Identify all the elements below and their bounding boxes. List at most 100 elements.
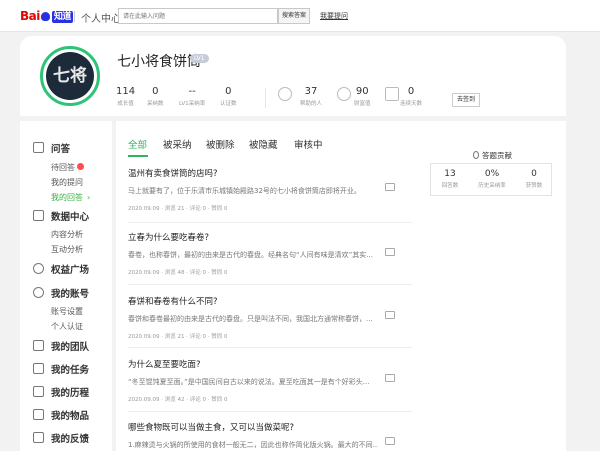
contribution-stats: 13 回答数 0% 历史采纳率 0 获赞数 — [430, 163, 552, 196]
calendar-icon — [385, 87, 399, 101]
list-divider — [128, 411, 412, 412]
sidebar-item-pending[interactable]: 待回答 — [51, 162, 84, 173]
sidebar-item-label: 待回答 — [51, 163, 75, 172]
stat-label: 连续天数 — [400, 101, 423, 107]
answer-excerpt: 春卷，也称春饼，最初的由来是古代的春盘。经典名句“人间有味是清欢”其实... — [128, 251, 373, 259]
username: 七小将食饼筒 — [117, 54, 201, 70]
question-title[interactable]: 哪些食物既可以当做主食，又可以当做菜呢? — [128, 421, 408, 433]
list-item[interactable]: 春饼和春卷有什么不同? 春饼和春卷最初的由来是古代的春盘。只是叫法不同，我国北方… — [128, 295, 408, 340]
stat-label: 认证数 — [220, 101, 237, 107]
answer-excerpt: “冬至馄饨夏至面。”是中国民间自古以来的说法。夏至吃面其一是有个好彩头... — [128, 378, 370, 386]
ask-question-link[interactable]: 我要提问 — [320, 11, 348, 21]
stat-history-adopt-rate: 0% 历史采纳率 — [477, 169, 507, 189]
profile-card: 七将 七小将食饼筒 LV1 114 成长值 0 采纳数 -- LV1采纳率 0 … — [20, 36, 566, 116]
header-divider — [74, 11, 75, 22]
stat-value: 0 — [225, 86, 232, 97]
sidebar-head-account[interactable]: 我的账号 — [51, 286, 89, 300]
stat-label: 成长值 — [117, 101, 134, 107]
stat-wealth: 90 财富值 — [354, 86, 371, 108]
stat-value: 37 — [304, 86, 318, 97]
chevron-right-icon: › — [87, 193, 91, 202]
sidebar: 问答 待回答 我的提问 我的回答 › 数据中心 内容分析 互动分析 权益广场 我的… — [20, 121, 112, 451]
stat-helped: 37 帮助的人 — [300, 86, 323, 108]
sidebar-head-tasks[interactable]: 我的任务 — [51, 362, 89, 376]
answer-meta: 2020.09.09 · 浏览 48 · 评论 0 · 赞同 0 — [128, 270, 228, 276]
stat-adopt-rate: -- LV1采纳率 — [179, 86, 206, 108]
team-icon — [33, 340, 44, 351]
stat-certified: 0 认证数 — [220, 86, 237, 108]
stat-likes: 0 获赞数 — [519, 169, 549, 189]
question-title[interactable]: 春饼和春卷有什么不同? — [128, 295, 408, 307]
list-item[interactable]: 为什么夏至要吃面? “冬至馄饨夏至面。”是中国民间自古以来的说法。夏至吃面其一是… — [128, 358, 408, 403]
stat-label: 历史采纳率 — [478, 183, 506, 189]
stat-value: -- — [188, 86, 196, 97]
answer-contribution-panel: 答题贡献 13 回答数 0% 历史采纳率 0 获赞数 — [321, 147, 552, 197]
list-item[interactable]: 立春为什么要吃春卷? 春卷，也称春饼，最初的由来是古代的春盘。经典名句“人间有味… — [128, 231, 408, 276]
items-icon — [33, 409, 44, 420]
tab-hidden[interactable]: 被隐藏 — [249, 137, 278, 151]
logo-text: Bai — [20, 9, 40, 23]
question-icon — [33, 142, 44, 153]
edit-icon[interactable] — [385, 248, 395, 256]
medal-icon — [473, 151, 479, 159]
stat-label: LV1采纳率 — [179, 101, 206, 107]
sidebar-head-feedback[interactable]: 我的反馈 — [51, 431, 89, 445]
stat-value: 0 — [531, 169, 537, 179]
stat-label: 回答数 — [441, 183, 459, 189]
stat-label: 帮助的人 — [300, 101, 323, 107]
paw-icon — [40, 12, 50, 21]
sidebar-item-my-answers[interactable]: 我的回答 › — [51, 192, 90, 203]
tab-deleted[interactable]: 被删除 — [206, 137, 235, 151]
person-icon — [278, 87, 292, 101]
stat-label: 财富值 — [354, 101, 371, 107]
search-input[interactable] — [118, 8, 278, 24]
stat-value: 0% — [484, 169, 500, 179]
sidebar-head-team[interactable]: 我的团队 — [51, 339, 89, 353]
sidebar-head-rights[interactable]: 权益广场 — [51, 262, 89, 276]
logo-zhidao: 知道 — [51, 11, 73, 23]
stat-label: 获赞数 — [525, 183, 543, 189]
question-title[interactable]: 为什么夏至要吃面? — [128, 358, 408, 370]
page-title: 个人中心 — [81, 14, 121, 25]
baidu-zhidao-logo[interactable]: Bai 知道 — [20, 9, 73, 23]
search-button[interactable]: 搜索答案 — [278, 8, 310, 24]
chart-icon — [33, 210, 44, 221]
sidebar-item-content-analysis[interactable]: 内容分析 — [51, 229, 83, 240]
stat-value: 90 — [355, 86, 369, 97]
edit-icon[interactable] — [385, 311, 395, 319]
tab-all[interactable]: 全部 — [128, 137, 147, 151]
history-icon — [33, 386, 44, 397]
stat-streak: 0 连续天数 — [400, 87, 423, 108]
sidebar-item-interaction-analysis[interactable]: 互动分析 — [51, 244, 83, 255]
list-item[interactable]: 哪些食物既可以当做主食，又可以当做菜呢? 1.麻辣烫与火锅的所使用的食材一般无二… — [128, 421, 408, 450]
sidebar-head-qa[interactable]: 问答 — [51, 141, 70, 155]
tab-adopted[interactable]: 被采纳 — [163, 137, 192, 151]
list-divider — [128, 347, 412, 348]
stat-growth: 114 成长值 — [116, 86, 136, 108]
sidebar-item-account-settings[interactable]: 账号设置 — [51, 306, 83, 317]
sidebar-item-label: 我的回答 — [51, 193, 83, 202]
level-badge[interactable]: LV1 — [190, 54, 209, 63]
feedback-icon — [33, 432, 44, 443]
sidebar-item-certification[interactable]: 个人认证 — [51, 321, 83, 332]
stat-value: 114 — [116, 86, 136, 97]
avatar[interactable]: 七将 — [40, 46, 100, 106]
sidebar-item-my-questions[interactable]: 我的提问 — [51, 177, 83, 188]
checkin-button[interactable]: 去签到 — [452, 93, 480, 107]
sidebar-head-items[interactable]: 我的物品 — [51, 408, 89, 422]
edit-icon[interactable] — [385, 437, 395, 445]
top-header: Bai 知道 个人中心 搜索答案 我要提问 — [0, 0, 600, 32]
tab-reviewing[interactable]: 审核中 — [294, 137, 323, 151]
task-icon — [33, 363, 44, 374]
question-title[interactable]: 立春为什么要吃春卷? — [128, 231, 408, 243]
sidebar-head-history[interactable]: 我的历程 — [51, 385, 89, 399]
stat-value: 0 — [152, 86, 159, 97]
avatar-image: 七将 — [46, 52, 94, 100]
list-divider — [128, 222, 412, 223]
list-divider — [128, 284, 412, 285]
sidebar-head-data[interactable]: 数据中心 — [51, 209, 89, 223]
wealth-icon — [337, 87, 351, 101]
stat-label: 采纳数 — [147, 101, 164, 107]
stat-answers: 13 回答数 — [435, 169, 465, 189]
edit-icon[interactable] — [385, 374, 395, 382]
